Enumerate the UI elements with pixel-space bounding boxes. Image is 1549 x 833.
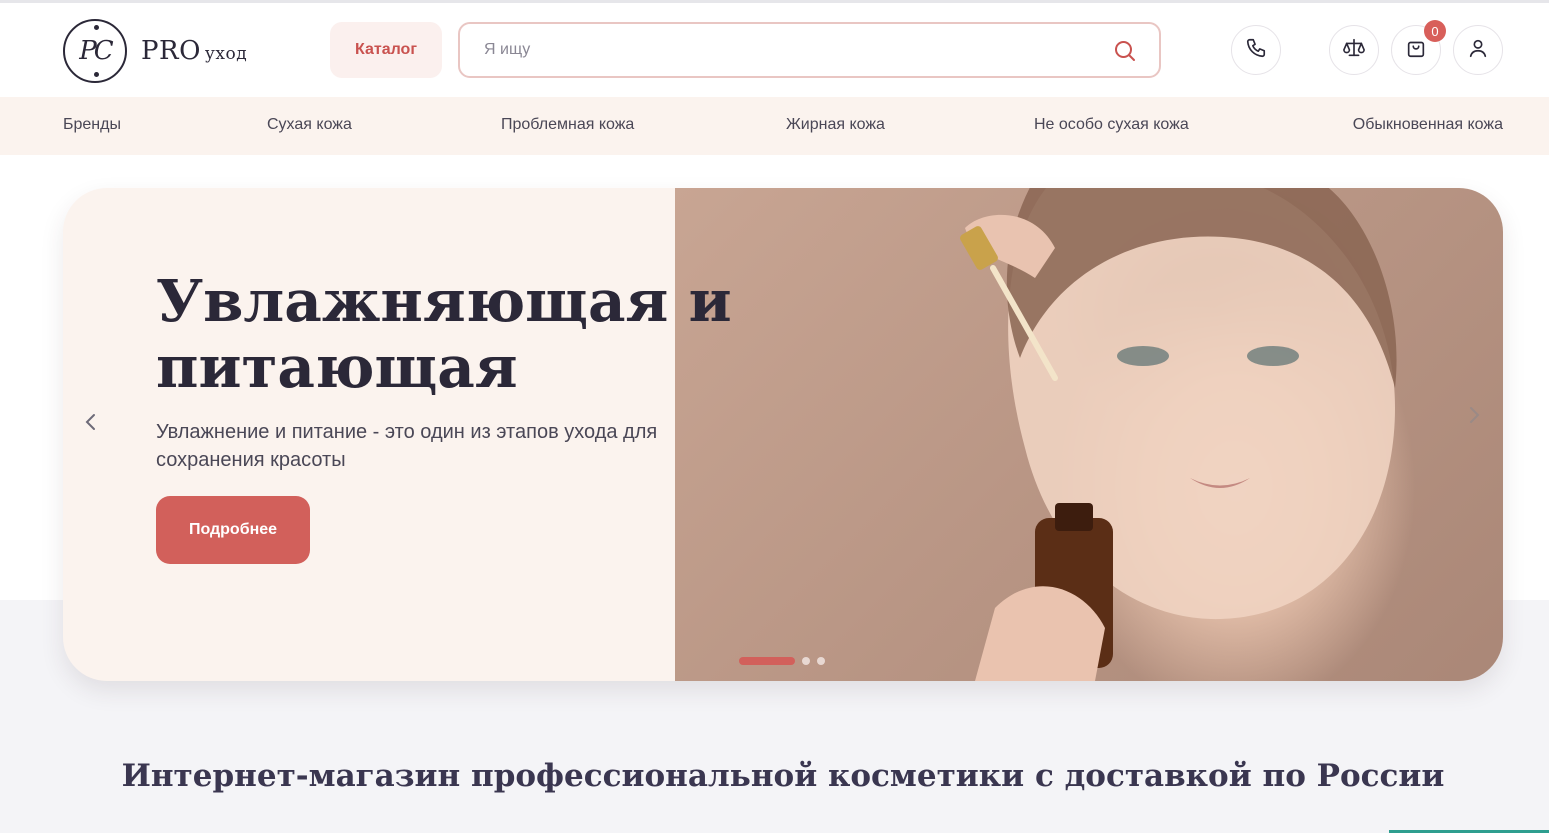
chevron-right-icon[interactable] [1464,405,1484,425]
account-button[interactable] [1453,25,1503,75]
hero-subtitle: Увлажнение и питание - это один из этапо… [156,421,658,471]
slide-dot-1[interactable] [739,657,795,665]
site-header: PC PRO уход Каталог Я ищу 0 [0,3,1549,97]
hero-image [675,188,1503,681]
slide-dot-3[interactable] [817,657,825,665]
phone-icon [1245,37,1267,64]
hero-title-line-1: Увлажняющая и [156,267,732,335]
phone-button[interactable] [1231,25,1281,75]
user-icon [1467,37,1489,64]
hero-title: Увлажняющая и питающая [156,268,756,400]
category-link-dry-skin[interactable]: Сухая кожа [267,116,352,134]
logo-emblem: PC [63,19,127,83]
category-link-problem-skin[interactable]: Проблемная кожа [501,116,634,134]
compare-button[interactable] [1329,25,1379,75]
category-link-normal-skin[interactable]: Обыкновенная кожа [1353,116,1503,134]
logo-brand: PRO [141,36,201,66]
hero-slider: Увлажняющая и питающая Увлажнение и пита… [63,188,1503,681]
category-link-not-dry-skin[interactable]: Не особо сухая кожа [1034,116,1189,134]
search-box [458,22,1161,78]
category-nav: Бренды Сухая кожа Проблемная кожа Жирная… [0,97,1549,155]
hero-more-button[interactable]: Подробнее [156,496,310,564]
hero-title-line-2: питающая [156,333,518,401]
slider-pagination [739,657,825,665]
logo-wordmark: PRO уход [141,36,247,66]
site-logo[interactable]: PC PRO уход [63,19,247,83]
section-title: Интернет-магазин профессиональной космет… [121,758,1445,794]
search-input[interactable] [484,38,1084,62]
slide-dot-2[interactable] [802,657,810,665]
logo-suffix: уход [204,44,248,64]
chevron-left-icon[interactable] [81,412,101,432]
cart-count-badge: 0 [1424,20,1446,42]
category-link-oily-skin[interactable]: Жирная кожа [786,116,885,134]
shopping-bag-icon [1405,37,1427,64]
category-link-brands[interactable]: Бренды [63,116,121,134]
search-icon[interactable] [1113,39,1137,63]
scales-icon [1343,37,1365,64]
catalog-button[interactable]: Каталог [330,22,442,78]
